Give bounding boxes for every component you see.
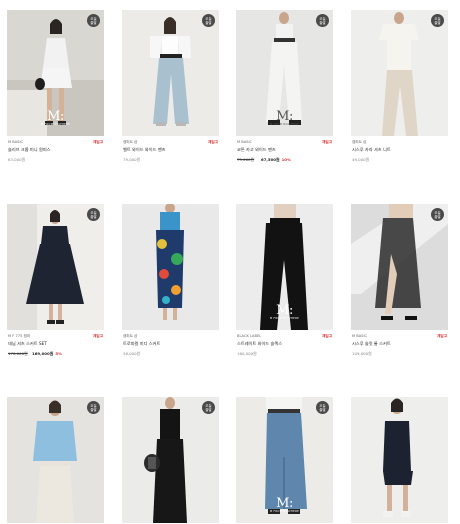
product-grid: 오늘 출발 M: M FROM NOWHERE M BASIC 재입고 슬리브 크롭 … (0, 0, 460, 524)
product-card[interactable]: 캠퍼트 샵 트로피컬 미디 스커트 56,000원 (122, 204, 219, 357)
product-image[interactable]: M: M FROM NOWHERE (236, 204, 333, 330)
product-card[interactable]: 오늘 출발 M: M FROM NOWHERE M BASIC 재입고 슬리브 크롭 … (7, 10, 104, 163)
product-image[interactable]: 오늘 출발 (122, 10, 219, 136)
product-image[interactable]: 오늘 출발 (351, 204, 448, 330)
original-price: 75,000원 (237, 157, 255, 162)
brand-name: M BASIC (8, 140, 24, 144)
original-price: 178,000원 (8, 351, 28, 356)
product-price: 49,000원 (352, 157, 370, 162)
product-image[interactable] (351, 397, 448, 523)
discount-rate: 10% (281, 157, 291, 162)
product-price: 63,000원 (8, 157, 26, 162)
same-day-badge: 오늘 출발 (87, 208, 100, 221)
product-name[interactable]: 시스루 카라 셔츠 니트 (352, 147, 448, 153)
product-card[interactable]: 오늘 출발 캠퍼트 샵 재입고 벨트 와이드 와이드 팬츠 79,000원 (122, 10, 219, 163)
same-day-badge: 오늘 출발 (316, 14, 329, 27)
brand-name: M F 775 캠퍼 (8, 334, 31, 338)
product-image[interactable]: 오늘 출발 (7, 397, 104, 523)
product-name[interactable]: 슬리브 크롭 미니 원피스 (8, 147, 104, 153)
product-card[interactable]: 오늘 출발 캠퍼트 샵 시스루 카라 셔츠 니트 49,000원 (351, 10, 448, 163)
product-image[interactable]: 오늘 출발 M: M FROM NOWHERE (236, 10, 333, 136)
product-card[interactable] (351, 397, 448, 523)
product-name[interactable]: 데님 셔츠 스커트 SET (8, 341, 104, 347)
product-name[interactable]: 트로피컬 미디 스커트 (123, 341, 219, 347)
same-day-badge: 오늘 출발 (202, 14, 215, 27)
product-price: 160,000원 (237, 351, 257, 356)
same-day-badge: 오늘 출발 (431, 14, 444, 27)
brand-logo: M: M FROM NOWHERE (269, 303, 300, 320)
product-card[interactable]: 오늘 출발 M BASIC 재입고 시스루 슬릿 롱 스커트 109,000원 (351, 204, 448, 357)
brand-name: 캠퍼트 샵 (352, 140, 367, 144)
product-card[interactable]: 오늘 출발 (122, 397, 219, 523)
restock-tag: 재입고 (208, 140, 218, 144)
product-image[interactable] (122, 204, 219, 330)
product-card[interactable]: M: M FROM NOWHERE BLACK LABEL 재입고 스트레이트 와이… (236, 204, 333, 357)
product-name[interactable]: 벨트 와이드 와이드 팬츠 (123, 147, 219, 153)
restock-tag: 재입고 (93, 140, 103, 144)
same-day-badge: 오늘 출발 (87, 14, 100, 27)
restock-tag: 재입고 (437, 334, 447, 338)
product-card[interactable]: 오늘 출발 M: M FROM NOWHERE M BASIC 재입고 코튼 카고 와… (236, 10, 333, 163)
product-name[interactable]: 코튼 카고 와이드 팬츠 (237, 147, 333, 153)
product-price: 79,000원 (123, 157, 141, 162)
product-image[interactable]: 오늘 출발 (7, 204, 104, 330)
brand-name: 캠퍼트 샵 (123, 334, 138, 338)
brand-logo: M: M FROM NOWHERE (269, 109, 300, 126)
product-image[interactable]: 오늘 출발 (122, 397, 219, 523)
discount-rate: 5% (55, 351, 62, 356)
product-price: 56,000원 (123, 351, 141, 356)
sale-price: 169,000원 (32, 351, 54, 356)
product-image[interactable]: 오늘 출발 M: M FROM NOWHERE (236, 397, 333, 523)
restock-tag: 재입고 (322, 140, 332, 144)
product-image[interactable]: 오늘 출발 M: M FROM NOWHERE (7, 10, 104, 136)
brand-name: M BASIC (237, 140, 253, 144)
same-day-badge: 오늘 출발 (202, 401, 215, 414)
brand-name: M BASIC (352, 334, 368, 338)
restock-tag: 재입고 (93, 334, 103, 338)
product-name[interactable]: 시스루 슬릿 롱 스커트 (352, 341, 448, 347)
brand-name: BLACK LABEL (237, 334, 262, 338)
product-card[interactable]: 오늘 출발 M: M FROM NOWHERE (236, 397, 333, 523)
brand-name: 캠퍼트 샵 (123, 140, 138, 144)
product-name[interactable]: 스트레이트 와이드 슬랙스 (237, 341, 333, 347)
product-card[interactable]: 오늘 출발 (7, 397, 104, 523)
product-price: 109,000원 (352, 351, 372, 356)
sale-price: 67,500원 (261, 157, 280, 162)
same-day-badge: 오늘 출발 (431, 208, 444, 221)
brand-logo: M: M FROM NOWHERE (40, 109, 71, 126)
product-image[interactable]: 오늘 출발 (351, 10, 448, 136)
product-card[interactable]: 오늘 출발 M F 775 캠퍼 재입고 데님 셔츠 스커트 SET 178,000… (7, 204, 104, 357)
same-day-badge: 오늘 출발 (316, 401, 329, 414)
brand-logo: M: M FROM NOWHERE (269, 496, 300, 513)
restock-tag: 재입고 (322, 334, 332, 338)
same-day-badge: 오늘 출발 (87, 401, 100, 414)
